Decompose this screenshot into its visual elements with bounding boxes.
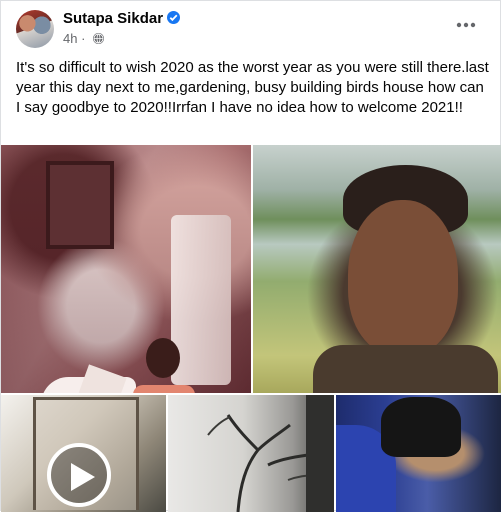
post-photo-5[interactable] xyxy=(336,395,501,512)
facebook-post: Sutapa Sikdar 4h · It's so difficult to … xyxy=(0,0,501,512)
globe-icon[interactable] xyxy=(93,33,105,44)
play-icon[interactable] xyxy=(47,443,111,507)
post-header: Sutapa Sikdar 4h · xyxy=(1,1,501,53)
post-timestamp[interactable]: 4h xyxy=(63,31,77,46)
more-options-icon[interactable] xyxy=(454,15,478,35)
post-text: It's so difficult to wish 2020 as the wo… xyxy=(16,59,489,116)
post-photo-2[interactable] xyxy=(253,145,501,393)
author-name-row: Sutapa Sikdar xyxy=(63,10,181,27)
author-name[interactable]: Sutapa Sikdar xyxy=(63,10,163,27)
post-video-thumbnail[interactable] xyxy=(1,395,166,512)
post-meta: 4h · xyxy=(63,31,105,46)
post-photo-4[interactable] xyxy=(168,395,334,512)
author-avatar[interactable] xyxy=(16,10,54,48)
verified-badge-icon xyxy=(167,11,181,24)
post-photo-1[interactable] xyxy=(1,145,251,393)
